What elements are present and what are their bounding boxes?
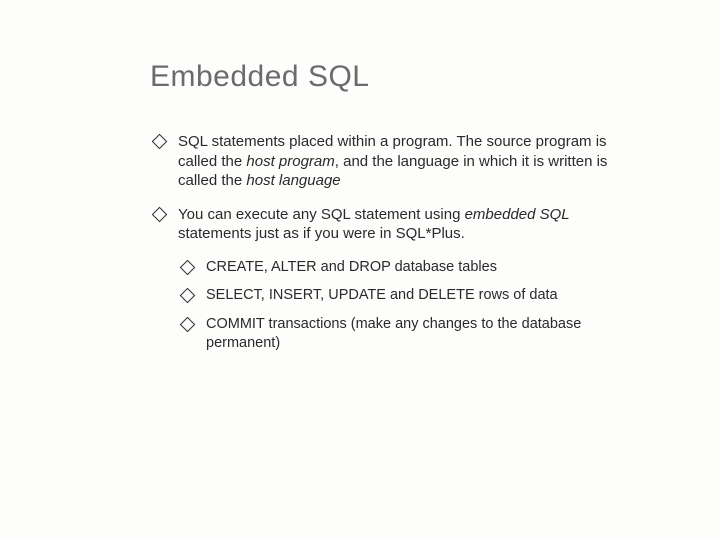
bullet-text: You can execute any SQL statement using — [178, 206, 465, 223]
bullet-text: SELECT, INSERT, UPDATE and DELETE rows o… — [206, 287, 558, 303]
italic-text: host program — [246, 153, 334, 170]
italic-text: embedded SQL — [465, 206, 570, 223]
sub-bullet-item: COMMIT transactions (make any changes to… — [178, 315, 620, 353]
bullet-list: SQL statements placed within a program. … — [150, 132, 620, 353]
bullet-text: CREATE, ALTER and DROP database tables — [206, 259, 497, 275]
slide-title: Embedded SQL — [150, 60, 620, 94]
sub-bullet-item: SELECT, INSERT, UPDATE and DELETE rows o… — [178, 286, 620, 305]
bullet-item: You can execute any SQL statement using … — [150, 205, 620, 244]
slide: Embedded SQL SQL statements placed withi… — [0, 0, 720, 403]
bullet-text: statements just as if you were in SQL*Pl… — [178, 225, 465, 242]
bullet-text: COMMIT transactions (make any changes to… — [206, 316, 581, 351]
bullet-item: SQL statements placed within a program. … — [150, 132, 620, 191]
italic-text: host language — [246, 172, 340, 189]
sub-bullet-item: CREATE, ALTER and DROP database tables — [178, 258, 620, 277]
